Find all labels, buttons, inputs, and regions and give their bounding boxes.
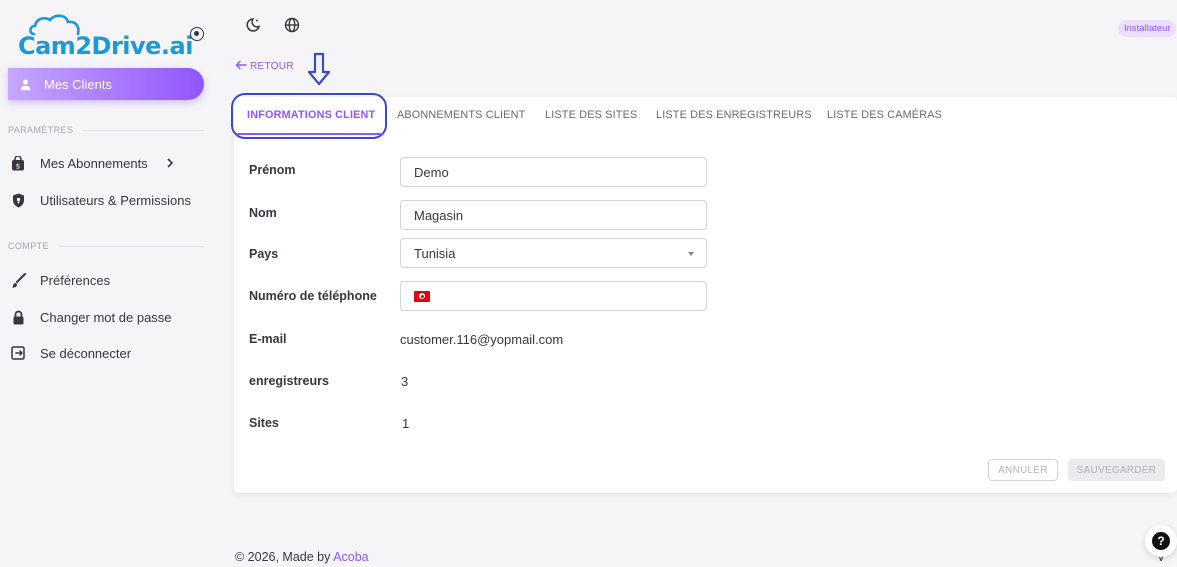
help-button[interactable]: ?: [1145, 525, 1177, 557]
pays-value: Tunisia: [414, 245, 456, 261]
tab-liste-des-sites[interactable]: LISTE DES SITES: [545, 109, 637, 121]
sidebar-item-preferences[interactable]: Préférences: [10, 267, 206, 293]
sidebar-item-changer-mot-de-passe[interactable]: Changer mot de passe: [10, 304, 206, 330]
prenom-value: Demo: [414, 164, 449, 180]
sidebar-item-label: Mes Clients: [44, 76, 112, 92]
section-title: PARAMÈTRES: [8, 125, 74, 135]
email-value: customer.116@yopmail.com: [400, 332, 564, 347]
chevron-right-icon: [166, 156, 174, 171]
prenom-label: Prénom: [249, 163, 296, 177]
language-globe-icon[interactable]: [283, 16, 301, 34]
tab-liste-des-enregistreurs[interactable]: LISTE DES ENREGISTREURS: [656, 109, 812, 121]
annotation-arrow-icon: [307, 52, 331, 86]
logo-text: Cam2Drive.ai: [18, 32, 193, 60]
sidebar-item-label: Préférences: [40, 272, 111, 288]
sidebar-item-mes-clients[interactable]: Mes Clients: [8, 68, 204, 100]
sidebar-item-se-deconnecter[interactable]: Se déconnecter: [10, 340, 206, 366]
pays-select[interactable]: Tunisia: [400, 238, 707, 268]
nom-label: Nom: [249, 206, 277, 220]
email-label: E-mail: [249, 332, 287, 346]
tunisia-flag-icon[interactable]: [414, 290, 430, 302]
save-button[interactable]: SAUVEGARDER: [1068, 459, 1165, 481]
brush-icon: [10, 272, 26, 288]
svg-text:$: $: [16, 162, 20, 170]
help-icon: ?: [1152, 532, 1170, 550]
pays-label: Pays: [249, 247, 279, 261]
section-compte: COMPTE: [8, 239, 204, 253]
dropdown-caret-icon: [688, 252, 694, 256]
section-parametres: PARAMÈTRES: [8, 123, 204, 137]
shield-icon: [10, 192, 26, 208]
sidebar-item-label: Utilisateurs & Permissions: [40, 192, 191, 208]
sidebar: Cam2Drive.ai Mes Clients PARAMÈTRES $ Me…: [0, 0, 215, 567]
enregistreurs-value: 3: [401, 374, 409, 389]
client-details-card: INFORMATIONS CLIENT ABONNEMENTS CLIENT L…: [231, 93, 1177, 493]
telephone-label: Numéro de téléphone: [249, 289, 377, 303]
sidebar-item-label: Changer mot de passe: [40, 309, 172, 325]
prenom-field[interactable]: Demo: [400, 157, 707, 187]
sidebar-item-label: Se déconnecter: [40, 345, 132, 361]
sites-value: 1: [402, 416, 410, 431]
lock-icon: [10, 309, 26, 325]
sidebar-item-mes-abonnements[interactable]: $ Mes Abonnements: [10, 150, 206, 176]
logout-icon: [10, 345, 26, 361]
role-badge: Installateur: [1118, 20, 1177, 37]
telephone-field[interactable]: [400, 281, 707, 311]
footer-copyright: © 2026, Made by: [235, 550, 331, 564]
record-status-icon: [190, 27, 204, 41]
section-title: COMPTE: [8, 241, 49, 251]
enregistreurs-label: enregistreurs: [249, 374, 329, 388]
shopping-bag-icon: $: [10, 155, 26, 171]
person-icon: [19, 78, 32, 91]
sites-label: Sites: [249, 416, 279, 430]
theme-toggle-icon[interactable]: [244, 16, 262, 34]
tab-informations-client[interactable]: INFORMATIONS CLIENT: [247, 109, 375, 121]
nom-field[interactable]: Magasin: [400, 200, 707, 230]
sidebar-item-label: Mes Abonnements: [40, 155, 148, 171]
arrow-left-icon: [235, 59, 247, 73]
footer: © 2026, Made by Acoba: [235, 550, 369, 564]
back-link[interactable]: RETOUR: [235, 59, 294, 73]
nom-value: Magasin: [414, 207, 464, 223]
sidebar-item-utilisateurs-permissions[interactable]: Utilisateurs & Permissions: [10, 187, 206, 213]
tab-abonnements-client[interactable]: ABONNEMENTS CLIENT: [397, 109, 525, 121]
app-logo[interactable]: Cam2Drive.ai: [14, 10, 193, 66]
footer-brand-link[interactable]: Acoba: [333, 550, 368, 564]
active-tab-indicator: [236, 133, 384, 135]
back-link-label: RETOUR: [250, 60, 294, 72]
tab-liste-des-cameras[interactable]: LISTE DES CAMÉRAS: [827, 109, 942, 121]
cancel-button[interactable]: ANNULER: [988, 459, 1058, 481]
